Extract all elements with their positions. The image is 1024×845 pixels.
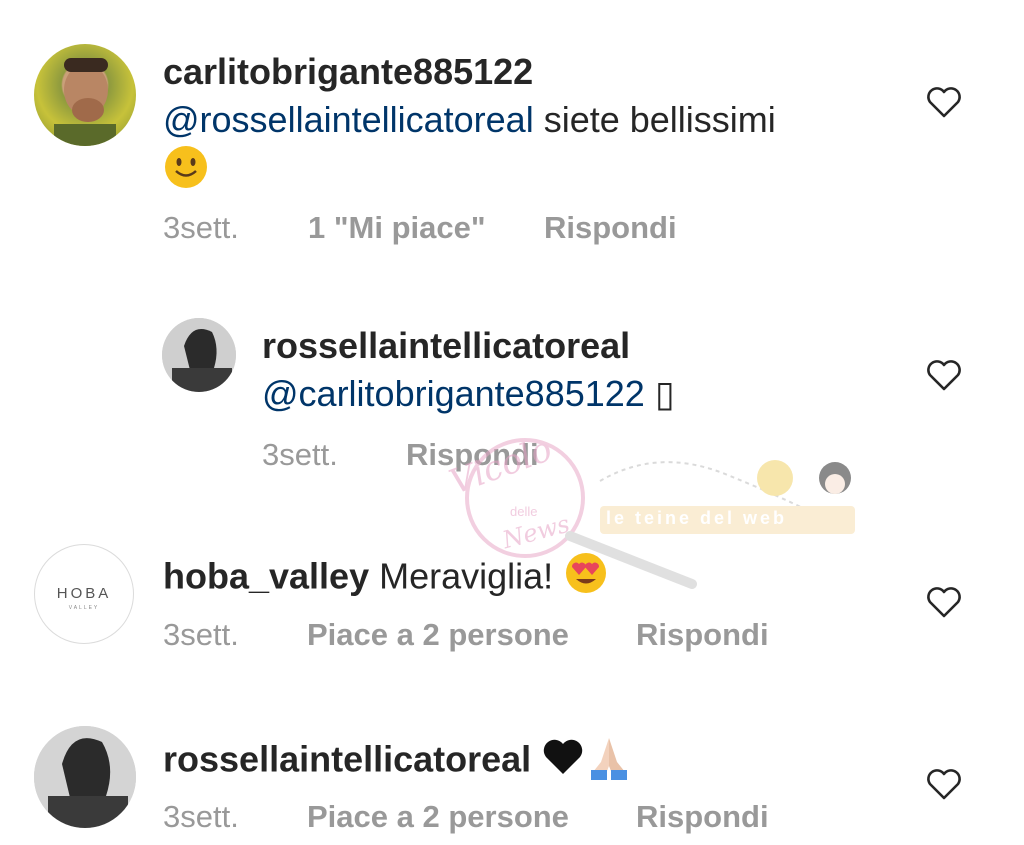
likes-count[interactable]: 1 "Mi piace" — [308, 210, 544, 246]
heart-icon[interactable] — [926, 586, 962, 618]
comment-meta: 3sett. Piace a 2 persone Rispondi — [163, 799, 769, 835]
avatar[interactable]: HOBA VALLEY — [34, 544, 134, 644]
username[interactable]: hoba_valley — [163, 556, 369, 597]
brand-logo-subtext: VALLEY — [68, 605, 100, 611]
brand-logo: HOBA — [56, 585, 112, 602]
watermark-word: delle — [510, 504, 538, 519]
black-heart-icon — [541, 736, 585, 788]
folded-hands-icon — [585, 732, 633, 792]
comment-2: rossellaintellicatoreal @carlitobrigante… — [0, 300, 1024, 480]
reply-button[interactable]: Rispondi — [636, 799, 769, 835]
comment-text — [531, 739, 541, 780]
username[interactable]: carlitobrigante885122 — [163, 51, 533, 92]
comment-meta: 3sett. 1 "Mi piace" Rispondi — [163, 210, 677, 246]
timestamp: 3sett. — [163, 617, 239, 652]
likes-count[interactable]: Piace a 2 persone — [307, 799, 636, 835]
comment-4: rossellaintellicatoreal 3sett. Piace a 2 … — [0, 712, 1024, 845]
comment-meta: 3sett. Piace a 2 persone Rispondi — [163, 617, 769, 653]
comment-text: siete bellissimi — [533, 99, 776, 140]
reply-button[interactable]: Rispondi — [636, 617, 769, 653]
comment-body: rossellaintellicatoreal — [163, 732, 883, 792]
comment-body: hoba_valley Meraviglia! — [163, 550, 883, 608]
mention-link[interactable]: @rossellaintellicatoreal — [163, 99, 534, 140]
username[interactable]: rossellaintellicatoreal — [163, 739, 531, 780]
timestamp: 3sett. — [163, 210, 239, 245]
comment-1: carlitobrigante885122 @rossellaintellica… — [0, 0, 1024, 270]
mention-link[interactable]: @carlitobrigante885122 — [262, 373, 645, 414]
avatar[interactable] — [34, 44, 136, 146]
heart-icon[interactable] — [926, 86, 962, 118]
heart-eyes-face-icon — [563, 550, 609, 608]
reply-button[interactable]: Rispondi — [406, 437, 539, 473]
reply-button[interactable]: Rispondi — [544, 210, 677, 246]
comment-text: ▯ — [644, 373, 675, 414]
comment-text: Meraviglia! — [369, 555, 554, 597]
avatar[interactable] — [34, 726, 136, 828]
watermark-banner: le teine del web — [606, 508, 788, 528]
comment-meta: 3sett. Rispondi — [262, 437, 539, 473]
timestamp: 3sett. — [262, 437, 338, 472]
heart-icon[interactable] — [926, 768, 962, 800]
comment-3: HOBA VALLEY hoba_valley Meraviglia! 3set… — [0, 530, 1024, 670]
likes-count[interactable]: Piace a 2 persone — [307, 617, 636, 653]
comment-body: carlitobrigante885122 @rossellaintellica… — [163, 48, 883, 202]
heart-icon[interactable] — [926, 359, 962, 391]
comment-body: rossellaintellicatoreal @carlitobrigante… — [262, 322, 882, 418]
smiling-face-icon — [163, 144, 209, 202]
timestamp: 3sett. — [163, 799, 239, 834]
avatar[interactable] — [162, 318, 236, 392]
username[interactable]: rossellaintellicatoreal — [262, 325, 630, 366]
